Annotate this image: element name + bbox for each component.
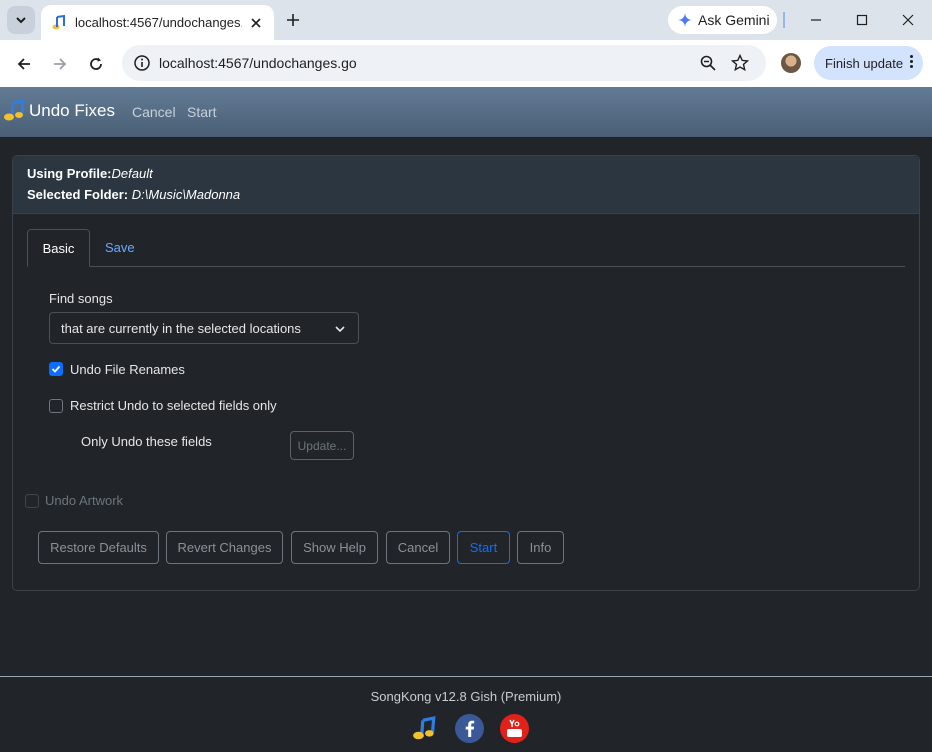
reload-icon[interactable] xyxy=(84,52,108,76)
chevron-down-icon xyxy=(335,326,345,333)
cancel-button[interactable]: Cancel xyxy=(386,531,450,564)
chevron-down-icon xyxy=(16,17,26,24)
facebook-icon[interactable] xyxy=(455,714,484,743)
minimize-icon[interactable] xyxy=(804,8,828,32)
tabs-divider xyxy=(27,266,905,267)
finish-update-button[interactable]: Finish update xyxy=(814,46,923,80)
ask-gemini-label: Ask Gemini xyxy=(698,12,770,28)
close-window-icon[interactable] xyxy=(896,8,920,32)
footer-divider xyxy=(0,676,932,677)
restrict-undo-label[interactable]: Restrict Undo to selected fields only xyxy=(70,398,277,413)
browser-tab[interactable]: localhost:4567/undochanges.go xyxy=(41,5,274,40)
app-title: Undo Fixes xyxy=(29,101,115,120)
profile-label: Using Profile: xyxy=(27,166,112,181)
site-info-icon[interactable] xyxy=(132,53,152,73)
show-help-button[interactable]: Show Help xyxy=(291,531,378,564)
restrict-undo-checkbox[interactable] xyxy=(49,399,63,413)
folder-label: Selected Folder: xyxy=(27,187,129,202)
window-separator xyxy=(783,12,785,28)
tab-title: localhost:4567/undochanges.go xyxy=(75,15,243,30)
app-navbar: Undo Fixes Cancel Start xyxy=(0,87,932,137)
find-songs-select[interactable]: that are currently in the selected locat… xyxy=(49,312,359,344)
brand[interactable]: Undo Fixes xyxy=(3,99,115,123)
back-arrow-icon[interactable] xyxy=(12,52,36,76)
undo-artwork-label[interactable]: Undo Artwork xyxy=(45,493,123,508)
songkong-logo-icon xyxy=(4,99,25,121)
profile-avatar[interactable] xyxy=(781,53,801,73)
update-fields-button[interactable]: Update... xyxy=(290,431,354,460)
ask-gemini-button[interactable]: Ask Gemini xyxy=(668,6,777,34)
undo-artwork-checkbox[interactable] xyxy=(25,494,39,508)
forward-arrow-icon[interactable] xyxy=(48,52,72,76)
finish-update-label: Finish update xyxy=(825,55,904,71)
gemini-sparkle-icon xyxy=(678,13,692,27)
nav-start-link[interactable]: Start xyxy=(187,104,217,120)
maximize-icon[interactable] xyxy=(850,8,874,32)
undo-card: Using Profile:Default Selected Folder: D… xyxy=(12,155,920,591)
browser-titlebar: localhost:4567/undochanges.go Ask Gemini xyxy=(0,0,932,40)
footer-version: SongKong v12.8 Gish (Premium) xyxy=(370,689,562,704)
tab-basic[interactable]: Basic xyxy=(27,229,90,267)
tab-save[interactable]: Save xyxy=(105,240,135,255)
songkong-home-icon[interactable] xyxy=(410,714,439,743)
only-fields-label: Only Undo these fields xyxy=(81,434,212,449)
address-bar[interactable]: localhost:4567/undochanges.go xyxy=(122,45,766,81)
youtube-icon[interactable] xyxy=(500,714,529,743)
folder-line: Selected Folder: D:\Music\Madonna xyxy=(27,187,240,202)
new-tab-icon[interactable] xyxy=(282,9,304,31)
revert-changes-button[interactable]: Revert Changes xyxy=(166,531,283,564)
folder-value: D:\Music\Madonna xyxy=(131,187,241,202)
start-button[interactable]: Start xyxy=(457,531,510,564)
card-header: Using Profile:Default Selected Folder: D… xyxy=(13,156,919,214)
profile-line: Using Profile:Default xyxy=(27,166,153,181)
find-songs-value: that are currently in the selected locat… xyxy=(61,321,301,336)
profile-value: Default xyxy=(111,166,153,181)
browser-toolbar: localhost:4567/undochanges.go Finish upd… xyxy=(0,40,932,87)
find-songs-label: Find songs xyxy=(49,291,113,306)
checkmark-icon xyxy=(51,365,61,373)
zoom-icon[interactable] xyxy=(698,53,718,73)
url-text[interactable]: localhost:4567/undochanges.go xyxy=(159,55,357,71)
nav-cancel-link[interactable]: Cancel xyxy=(132,104,176,120)
songkong-favicon-icon xyxy=(51,14,67,31)
info-button[interactable]: Info xyxy=(517,531,564,564)
bookmark-star-icon[interactable] xyxy=(730,53,750,73)
more-menu-icon[interactable] xyxy=(910,55,913,68)
undo-renames-label[interactable]: Undo File Renames xyxy=(70,362,185,377)
restore-defaults-button[interactable]: Restore Defaults xyxy=(38,531,159,564)
close-tab-icon[interactable] xyxy=(248,15,264,31)
undo-renames-checkbox[interactable] xyxy=(49,362,63,376)
tab-search-button[interactable] xyxy=(7,6,35,34)
